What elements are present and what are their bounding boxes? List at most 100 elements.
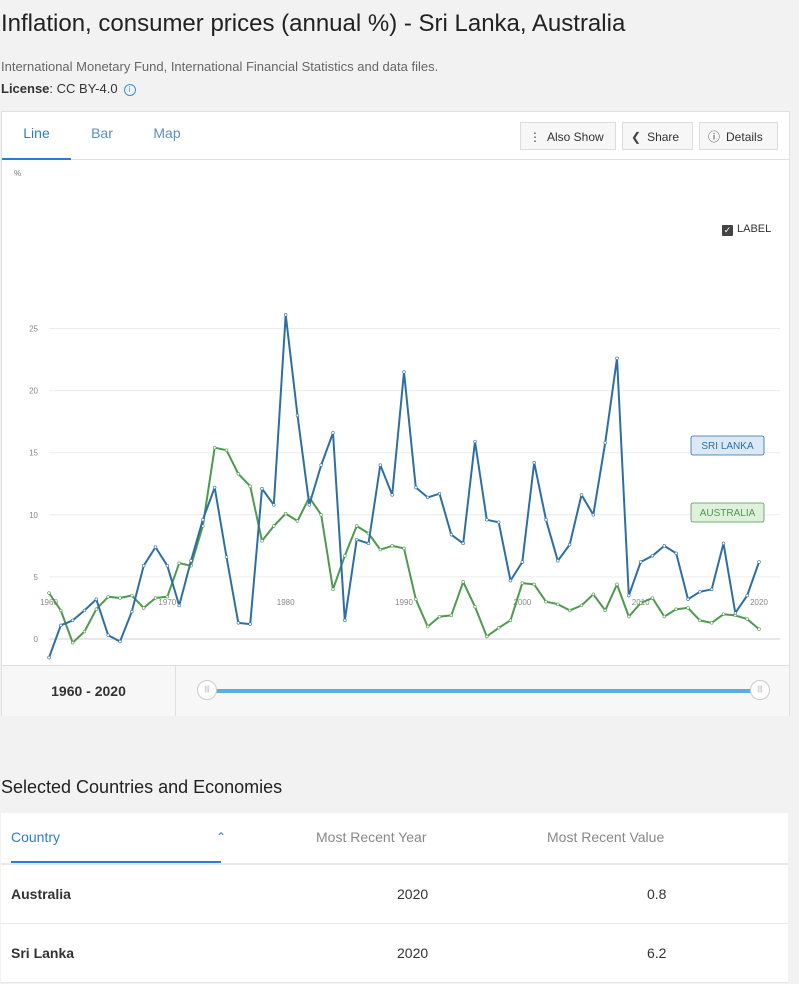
cell-year: 2020 xyxy=(397,945,429,961)
table-header: Country ⌃ Most Recent Year Most Recent V… xyxy=(1,813,788,865)
data-point xyxy=(461,580,465,584)
data-point xyxy=(603,608,607,613)
data-point xyxy=(745,617,749,621)
data-point xyxy=(591,592,596,596)
table-row[interactable]: Australia 2020 0.8 xyxy=(1,865,788,924)
data-point xyxy=(414,485,418,490)
license-label: License xyxy=(1,81,50,96)
y-axis-label: % xyxy=(14,169,21,178)
data-point xyxy=(331,587,335,592)
x-tick-label: 1990 xyxy=(395,598,413,607)
data-point xyxy=(425,624,430,629)
cell-year: 2020 xyxy=(397,886,429,902)
data-point xyxy=(414,597,418,601)
cell-country[interactable]: Australia xyxy=(11,865,71,923)
data-point xyxy=(485,634,489,639)
data-point xyxy=(201,518,205,522)
page-title: Inflation, consumer prices (annual %) - … xyxy=(1,10,626,37)
data-point xyxy=(425,495,430,500)
header-year[interactable]: Most Recent Year xyxy=(316,813,427,861)
cell-value: 6.2 xyxy=(647,945,667,961)
data-point xyxy=(378,463,383,467)
license-value: : CC BY-4.0 xyxy=(49,81,118,96)
data-point xyxy=(118,596,122,600)
data-point xyxy=(449,532,454,537)
data-point xyxy=(674,551,678,556)
data-point xyxy=(248,484,252,488)
checkbox-checked-icon[interactable]: ✓ xyxy=(722,225,733,236)
line-chart: %05101520251960197019801990200020102020S… xyxy=(14,169,780,660)
header-value[interactable]: Most Recent Value xyxy=(547,813,664,861)
data-point xyxy=(94,607,99,611)
data-point xyxy=(307,503,312,507)
share-button[interactable]: ❮ Share xyxy=(622,122,693,150)
data-point xyxy=(106,633,110,637)
data-point xyxy=(757,560,761,564)
series-label: AUSTRALIA xyxy=(700,508,756,519)
data-point xyxy=(591,513,596,517)
data-point xyxy=(508,618,513,623)
data-point xyxy=(390,544,394,548)
data-point xyxy=(260,487,264,491)
y-tick-label: 10 xyxy=(29,511,38,520)
table-row[interactable]: Sri Lanka 2020 6.2 xyxy=(1,924,788,983)
data-point xyxy=(82,608,87,613)
data-point xyxy=(485,518,489,522)
data-point xyxy=(532,460,536,465)
info-circle-icon: ⓘ xyxy=(708,130,721,144)
data-point xyxy=(496,520,501,524)
range-end-handle[interactable]: ||| xyxy=(750,680,770,700)
data-point xyxy=(141,564,146,568)
data-point xyxy=(733,611,738,615)
data-point xyxy=(532,582,536,587)
data-point xyxy=(378,547,383,552)
data-point xyxy=(272,524,276,528)
range-start-handle[interactable]: ||| xyxy=(197,680,217,700)
source-text: International Monetary Fund, Internation… xyxy=(1,59,439,74)
data-point xyxy=(461,541,465,546)
info-icon[interactable]: i xyxy=(123,84,136,96)
data-point xyxy=(650,554,655,558)
also-show-label: Also Show xyxy=(547,130,604,144)
data-point xyxy=(579,493,584,497)
chart-panel: Line Bar Map ⋮ Also Show ❮ Share ⓘ Details … xyxy=(1,111,790,716)
data-point xyxy=(354,524,359,528)
data-point xyxy=(236,472,241,476)
details-button[interactable]: ⓘ Details xyxy=(699,122,778,150)
data-point xyxy=(153,596,158,600)
label-toggle-text: LABEL xyxy=(737,223,772,235)
data-point xyxy=(556,602,560,606)
data-point xyxy=(757,627,761,631)
data-point xyxy=(70,618,75,623)
data-point xyxy=(224,555,229,559)
tab-line[interactable]: Line xyxy=(2,112,71,160)
also-show-button[interactable]: ⋮ Also Show xyxy=(520,122,616,150)
data-point xyxy=(627,614,631,619)
data-point xyxy=(59,608,63,613)
range-track[interactable] xyxy=(208,689,761,693)
data-point xyxy=(354,537,359,542)
data-point xyxy=(141,606,146,610)
data-point xyxy=(638,560,643,564)
data-point xyxy=(295,519,300,523)
data-point xyxy=(272,503,276,507)
data-point xyxy=(520,581,525,585)
y-tick-label: 0 xyxy=(34,635,39,644)
data-point xyxy=(319,513,323,517)
data-point xyxy=(686,606,690,610)
data-point xyxy=(130,609,134,614)
data-point xyxy=(544,600,548,604)
header-country[interactable]: Country ⌃ xyxy=(11,813,226,863)
y-tick-label: 15 xyxy=(29,449,38,458)
cell-country[interactable]: Sri Lanka xyxy=(11,924,74,982)
label-toggle[interactable]: ✓ LABEL xyxy=(722,223,771,236)
tab-map[interactable]: Map xyxy=(144,112,190,158)
data-point xyxy=(82,629,87,634)
data-point xyxy=(496,626,501,630)
tab-bar[interactable]: Bar xyxy=(80,112,124,158)
data-point xyxy=(650,596,655,600)
header-country-label: Country xyxy=(11,829,61,845)
data-point xyxy=(638,601,643,605)
data-point xyxy=(366,541,371,546)
data-point xyxy=(189,559,193,563)
